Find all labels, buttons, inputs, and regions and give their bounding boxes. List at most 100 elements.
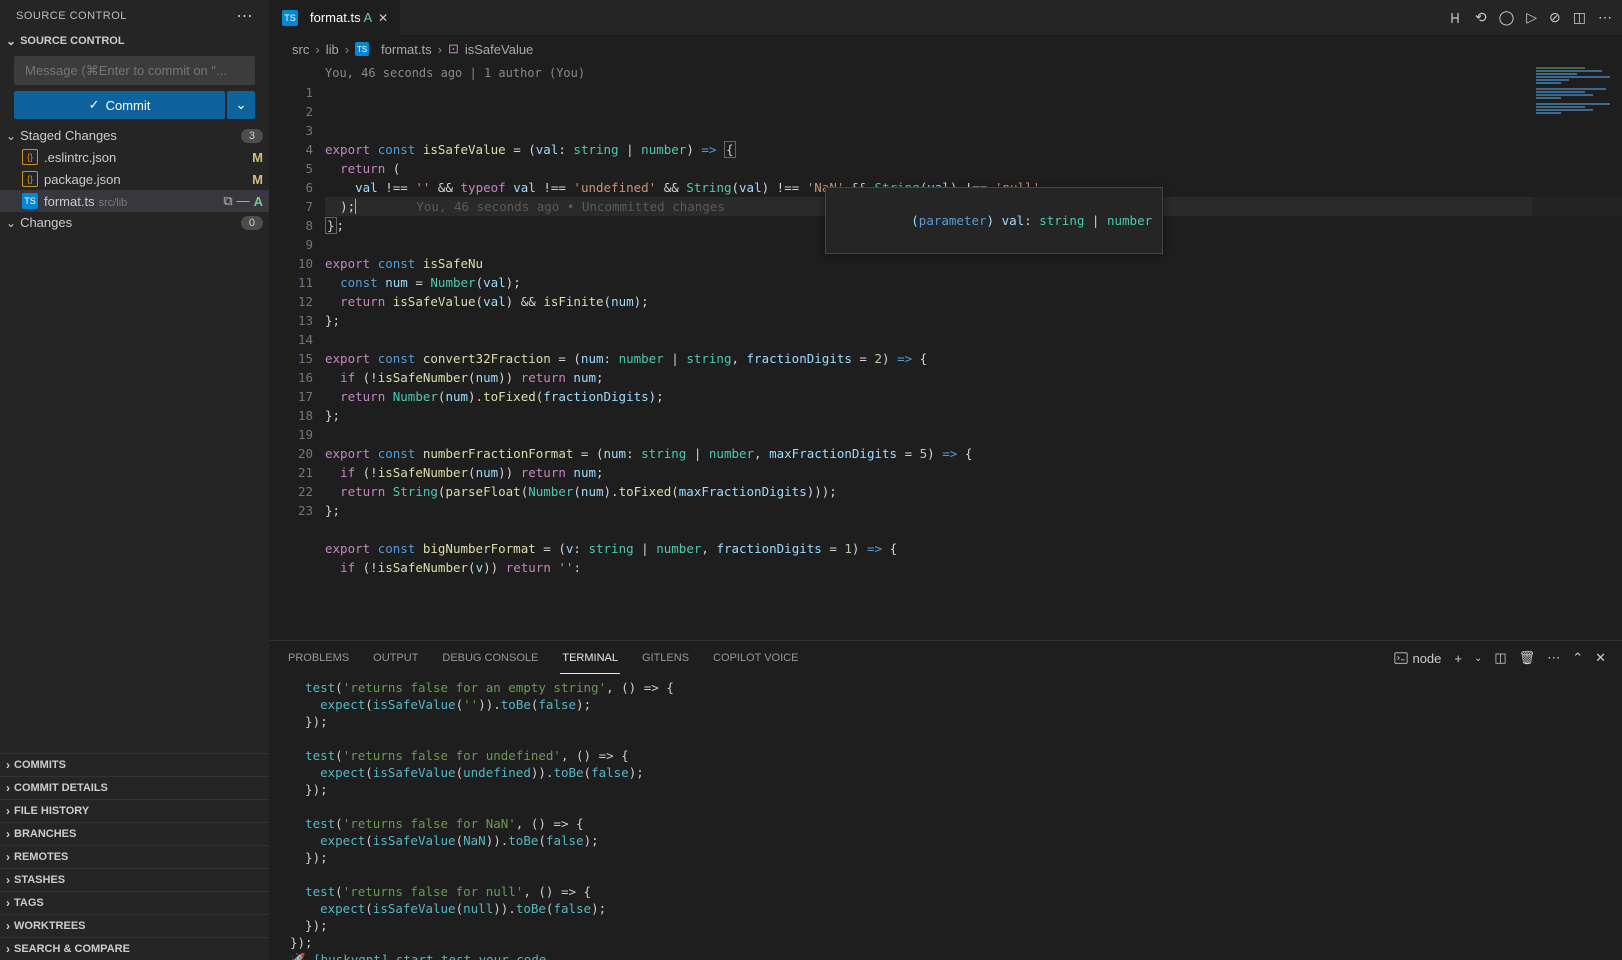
chevron-right-icon: ›	[6, 758, 10, 772]
code-line[interactable]: };	[325, 406, 1622, 425]
breadcrumb-lib[interactable]: lib	[326, 42, 339, 57]
more-icon[interactable]: ⋯	[237, 6, 254, 26]
json-file-icon: {}	[22, 171, 38, 187]
code-line[interactable]: };	[325, 501, 1622, 520]
breadcrumb-src[interactable]: src	[292, 42, 309, 57]
unstage-icon[interactable]: —	[237, 193, 250, 209]
code-line[interactable]	[325, 425, 1622, 444]
close-icon[interactable]: ✕	[378, 11, 388, 25]
more-icon[interactable]: ⋯	[1547, 650, 1560, 666]
panel-tab-copilot-voice[interactable]: COPILOT VOICE	[711, 652, 800, 664]
sidebar-section-file-history[interactable]: ›FILE HISTORY	[0, 799, 269, 822]
trash-icon[interactable]: 🗑	[1519, 650, 1536, 666]
code-line[interactable]: const num = Number(val);	[325, 273, 1622, 292]
code-line[interactable]: export const isSafeValue = (val: string …	[325, 140, 1622, 159]
file-item[interactable]: TS format.tssrc/lib ⧉— A	[0, 190, 269, 212]
commit-message-input[interactable]	[14, 56, 255, 85]
chevron-down-icon: ⌄	[6, 34, 16, 48]
tab-bar: TS format.ts A ✕ ⟲ ◯ ▷ ⊘ ◫ ⋯	[270, 0, 1622, 35]
code-line[interactable]: export const numberFractionFormat = (num…	[325, 444, 1622, 463]
terminal-name: node	[1412, 651, 1441, 666]
tab-format-ts[interactable]: TS format.ts A ✕	[270, 0, 400, 35]
code-line[interactable]: return (	[325, 159, 1622, 178]
section-label: COMMITS	[14, 759, 66, 771]
bottom-panel: PROBLEMS OUTPUT DEBUG CONSOLE TERMINAL GITLE…	[270, 640, 1622, 960]
scm-section-label: SOURCE CONTROL	[20, 35, 125, 47]
chevron-right-icon: ›	[345, 42, 349, 57]
chevron-down-icon: ⌄	[6, 216, 16, 230]
panel-tab-problems[interactable]: PROBLEMS	[286, 652, 351, 664]
code-line[interactable]: if (!isSafeNumber(num)) return num;	[325, 368, 1622, 387]
code-line[interactable]: return isSafeValue(val) && isFinite(num)…	[325, 292, 1622, 311]
codelens[interactable]: You, 46 seconds ago | 1 author (You)	[325, 64, 1622, 83]
sidebar-section-commits[interactable]: › COMMITS	[0, 753, 269, 776]
terminal-dropdown-icon[interactable]: ⌄	[1474, 653, 1482, 664]
chevron-right-icon: ›	[6, 919, 10, 933]
code-line[interactable]: if (!isSafeNumber(num)) return num;	[325, 463, 1622, 482]
file-item[interactable]: {} .eslintrc.json M	[0, 146, 269, 168]
ts-file-icon: TS	[22, 193, 38, 209]
code-line[interactable]: if (!isSafeNumber(v)) return '':	[325, 558, 1622, 577]
breadcrumb-symbol[interactable]: isSafeValue	[465, 42, 533, 57]
sidebar-section-worktrees[interactable]: ›WORKTREES	[0, 914, 269, 937]
terminal-process-label[interactable]: node	[1393, 650, 1442, 667]
more-icon[interactable]: ⋯	[1598, 9, 1612, 26]
terminal-body[interactable]: test('returns false for an empty string'…	[270, 675, 1622, 960]
section-label: TAGS	[14, 897, 44, 909]
sidebar-title: SOURCE CONTROL	[16, 10, 127, 22]
commit-button[interactable]: ✓ Commit	[14, 91, 225, 119]
add-terminal-icon[interactable]: +	[1454, 651, 1462, 666]
circle-icon[interactable]: ◯	[1499, 9, 1515, 26]
chevron-right-icon: ›	[315, 42, 319, 57]
tab-git-status: A	[361, 10, 373, 25]
chevron-right-icon: ›	[6, 873, 10, 887]
close-icon[interactable]: ✕	[1595, 650, 1606, 666]
json-file-icon: {}	[22, 149, 38, 165]
code-line[interactable]: return String(parseFloat(Number(num).toF…	[325, 482, 1622, 501]
scm-section-header[interactable]: ⌄ SOURCE CONTROL	[0, 32, 269, 50]
code-line[interactable]: export const isSafeNu	[325, 254, 1622, 273]
changes-header[interactable]: ⌄ Changes 0	[0, 212, 269, 233]
code-line[interactable]: return Number(num).toFixed(fractionDigit…	[325, 387, 1622, 406]
breadcrumb-file[interactable]: format.ts	[381, 42, 432, 57]
open-file-icon[interactable]: ⧉	[223, 193, 232, 209]
revert-icon[interactable]: ⟲	[1475, 9, 1487, 26]
do-not-enter-icon[interactable]: ⊘	[1549, 9, 1561, 26]
sidebar-section-commit-details[interactable]: ›COMMIT DETAILS	[0, 776, 269, 799]
split-terminal-icon[interactable]: ◫	[1494, 650, 1506, 666]
panel-tab-debug-console[interactable]: DEBUG CONSOLE	[440, 652, 540, 664]
run-icon[interactable]: ▷	[1526, 9, 1537, 26]
tab-title: format.ts	[310, 10, 361, 25]
panel-tab-gitlens[interactable]: GITLENS	[640, 652, 691, 664]
minimap[interactable]	[1532, 63, 1622, 640]
code-area[interactable]: You, 46 seconds ago | 1 author (You) (pa…	[325, 63, 1622, 640]
code-line[interactable]: export const convert32Fraction = (num: n…	[325, 349, 1622, 368]
code-line[interactable]: };	[325, 311, 1622, 330]
chevron-down-icon: ⌄	[235, 97, 246, 113]
compare-icon[interactable]	[1447, 10, 1463, 26]
panel-tab-terminal[interactable]: TERMINAL	[560, 652, 620, 674]
sidebar-section-stashes[interactable]: ›STASHES	[0, 868, 269, 891]
staged-changes-header[interactable]: ⌄ Staged Changes 3	[0, 125, 269, 146]
chevron-down-icon: ⌄	[6, 129, 16, 143]
chevron-right-icon: ›	[6, 804, 10, 818]
chevron-up-icon[interactable]: ⌃	[1572, 650, 1583, 666]
changes-label: Changes	[20, 215, 72, 230]
editor[interactable]: 1234567891011121314151617181920212223 Yo…	[270, 63, 1622, 640]
panel-tab-output[interactable]: OUTPUT	[371, 652, 420, 664]
code-line[interactable]	[325, 330, 1622, 349]
file-status: M	[252, 172, 263, 187]
sidebar-section-branches[interactable]: ›BRANCHES	[0, 822, 269, 845]
sidebar-section-tags[interactable]: › TAGS	[0, 891, 269, 914]
section-label: COMMIT DETAILS	[14, 782, 108, 794]
chevron-right-icon: ›	[6, 896, 10, 910]
split-icon[interactable]: ◫	[1573, 9, 1586, 26]
commit-dropdown-button[interactable]: ⌄	[227, 91, 255, 119]
breadcrumb[interactable]: src › lib › TS format.ts › ⊡ isSafeValue	[270, 35, 1622, 63]
code-line[interactable]: export const bigNumberFormat = (v: strin…	[325, 539, 1622, 558]
file-item[interactable]: {} package.json M	[0, 168, 269, 190]
sidebar-section-remotes[interactable]: ›REMOTES	[0, 845, 269, 868]
code-line[interactable]	[325, 520, 1622, 539]
sidebar-section-search-compare[interactable]: ›SEARCH & COMPARE	[0, 937, 269, 960]
file-status: A	[254, 194, 263, 209]
